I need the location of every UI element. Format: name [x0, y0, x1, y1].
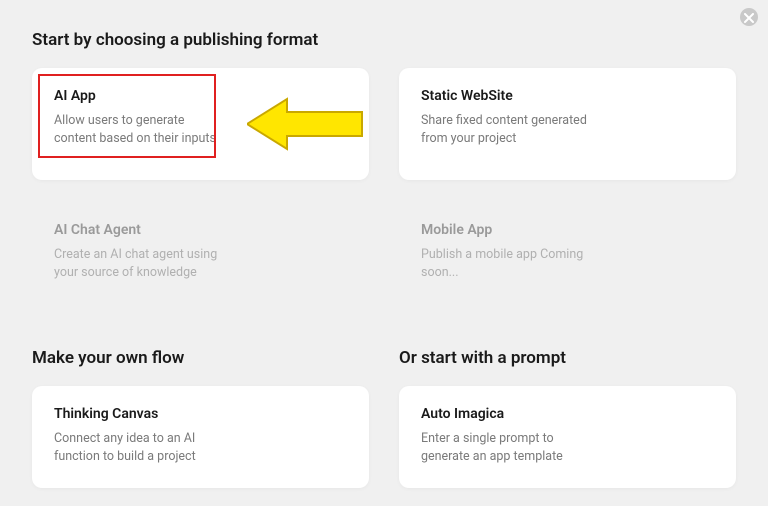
- close-button[interactable]: [740, 8, 758, 26]
- card-ai-app[interactable]: AI App Allow users to generate content b…: [32, 68, 369, 180]
- section-title-make-flow: Make your own flow: [32, 348, 369, 368]
- publishing-format-grid: AI App Allow users to generate content b…: [32, 68, 736, 314]
- card-static-website[interactable]: Static WebSite Share fixed content gener…: [399, 68, 736, 180]
- card-desc: Publish a mobile app Coming soon...: [421, 246, 591, 282]
- card-desc: Allow users to generate content based on…: [54, 112, 224, 148]
- secondary-options-row: Make your own flow Thinking Canvas Conne…: [32, 348, 736, 488]
- card-desc: Connect any idea to an AI function to bu…: [54, 430, 224, 466]
- card-auto-imagica[interactable]: Auto Imagica Enter a single prompt to ge…: [399, 386, 736, 488]
- card-title: Static WebSite: [421, 88, 714, 104]
- card-title: AI App: [54, 88, 347, 104]
- format-chooser-dialog: Start by choosing a publishing format AI…: [0, 0, 768, 488]
- card-desc: Create an AI chat agent using your sourc…: [54, 246, 224, 282]
- col-start-with-prompt: Or start with a prompt Auto Imagica Ente…: [399, 348, 736, 488]
- card-title: AI Chat Agent: [54, 222, 347, 238]
- card-mobile-app: Mobile App Publish a mobile app Coming s…: [399, 202, 736, 314]
- col-make-your-own-flow: Make your own flow Thinking Canvas Conne…: [32, 348, 369, 488]
- close-icon: [744, 8, 754, 27]
- section-title-start-prompt: Or start with a prompt: [399, 348, 736, 368]
- card-title: Auto Imagica: [421, 406, 714, 422]
- card-title: Thinking Canvas: [54, 406, 347, 422]
- section-title-publishing-format: Start by choosing a publishing format: [32, 30, 736, 50]
- card-ai-chat-agent: AI Chat Agent Create an AI chat agent us…: [32, 202, 369, 314]
- card-thinking-canvas[interactable]: Thinking Canvas Connect any idea to an A…: [32, 386, 369, 488]
- card-desc: Enter a single prompt to generate an app…: [421, 430, 591, 466]
- card-title: Mobile App: [421, 222, 714, 238]
- card-desc: Share fixed content generated from your …: [421, 112, 591, 148]
